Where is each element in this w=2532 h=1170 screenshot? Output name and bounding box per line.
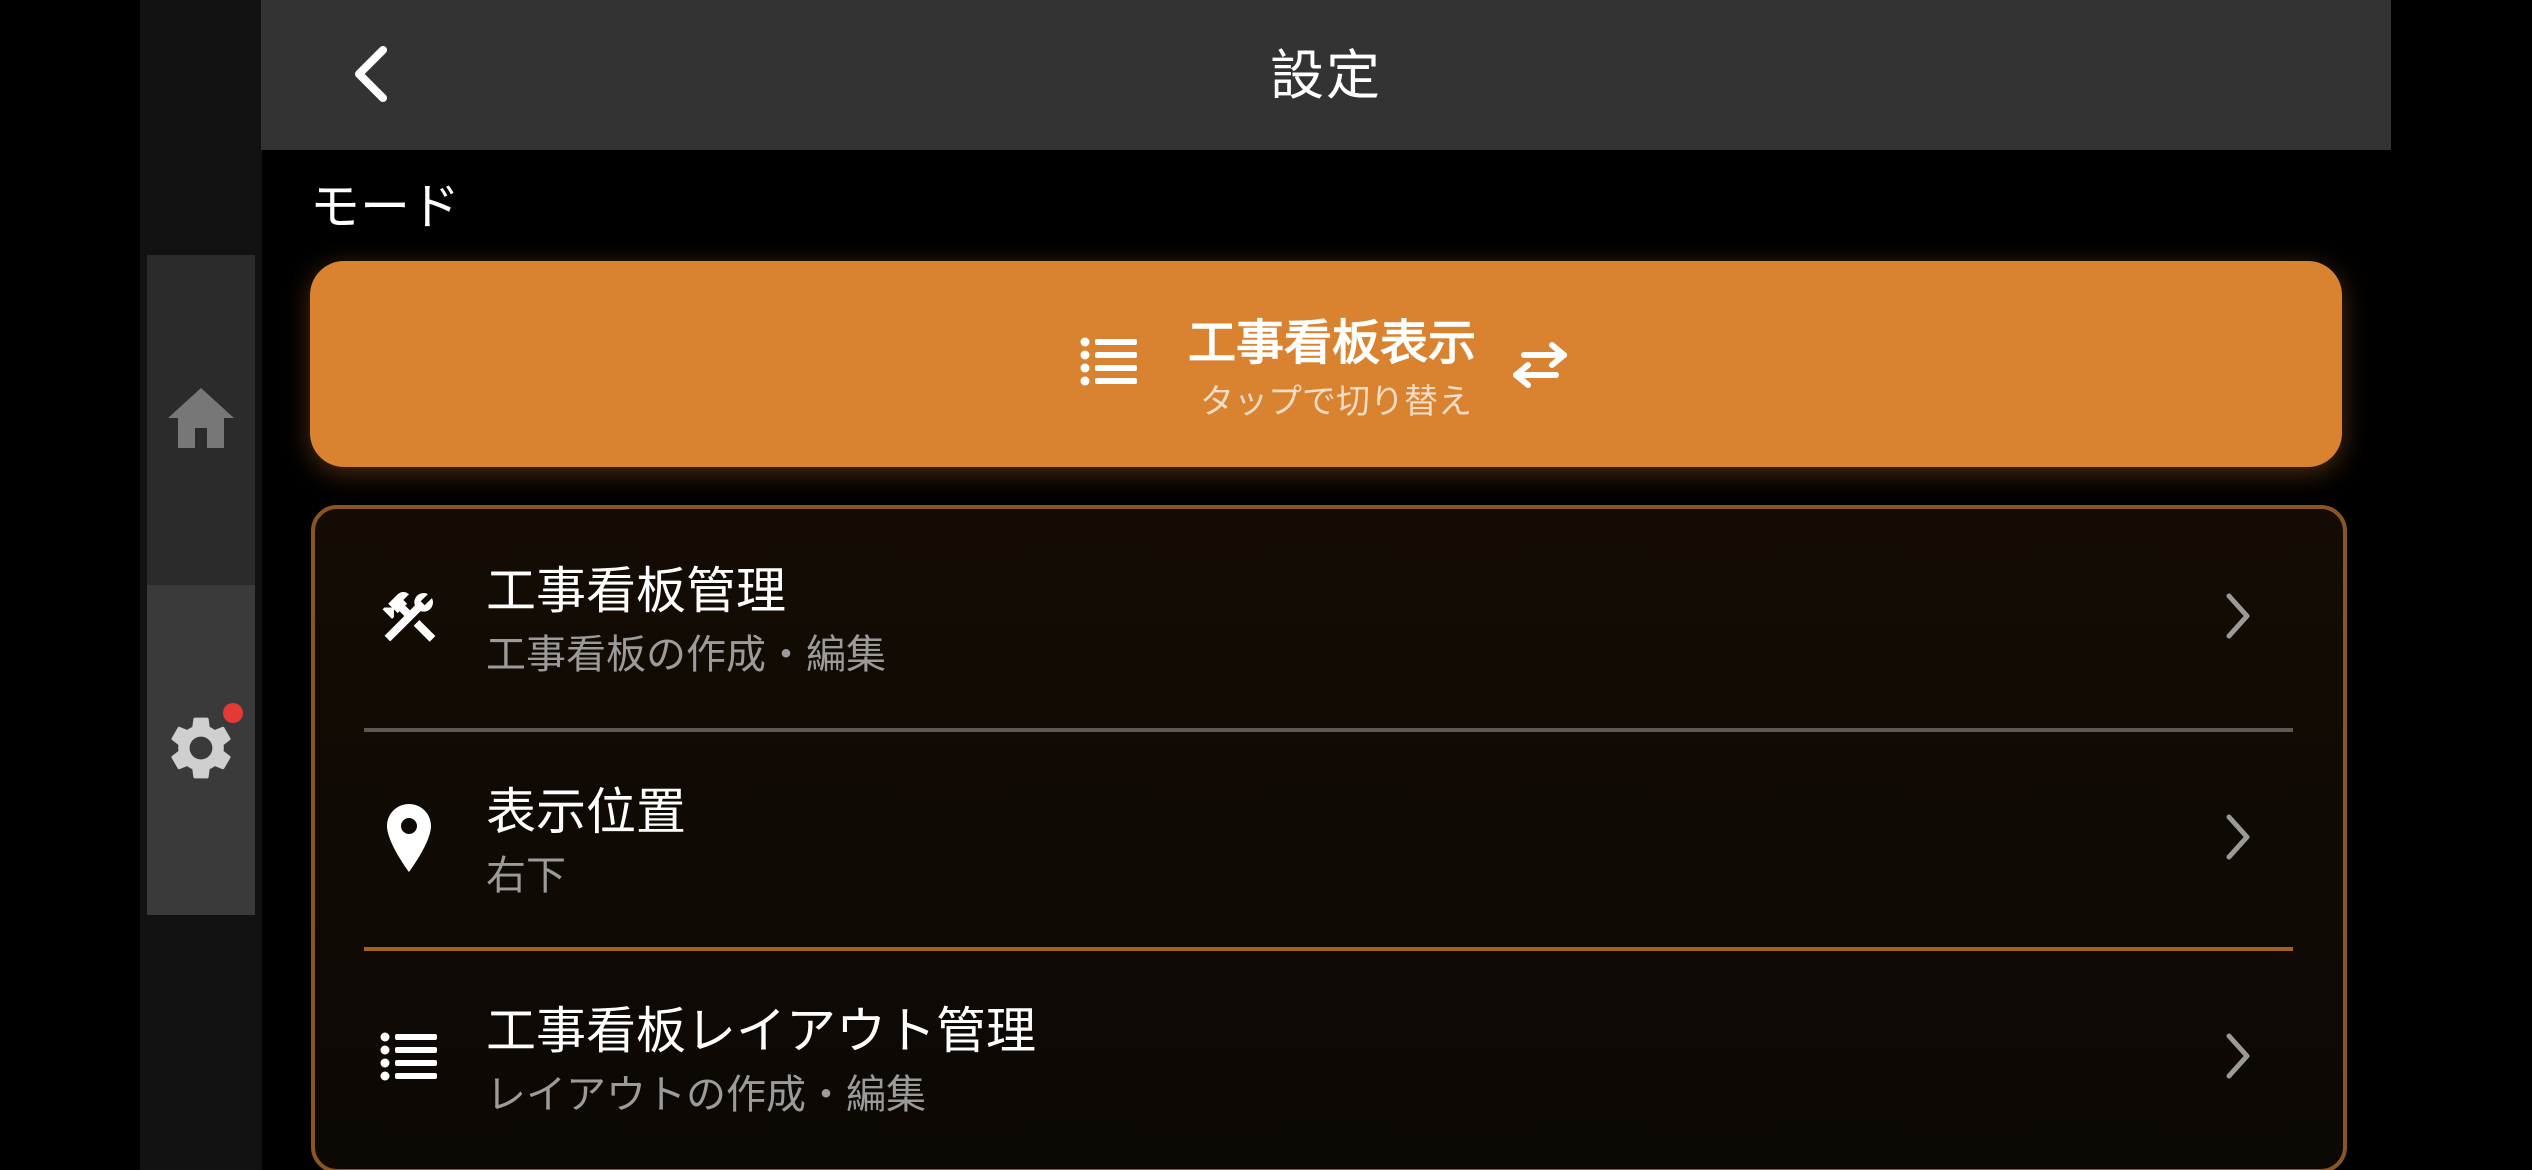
settings-item-subtitle: レイアウトの作成・編集 — [486, 1072, 926, 1118]
list-icon — [369, 1017, 449, 1097]
mode-title: 工事看板表示 — [1188, 315, 1477, 371]
rail-nav-group — [147, 255, 255, 915]
chevron-right-icon — [2223, 812, 2253, 866]
settings-item-title: 工事看板管理 — [486, 562, 786, 620]
settings-card: 工事看板管理 工事看板の作成・編集 表示位置 右下 工事看板レイアウト管理 レイ… — [311, 505, 2347, 1170]
chevron-right-icon — [2223, 591, 2253, 645]
side-rail — [140, 0, 262, 1170]
home-icon — [166, 386, 236, 454]
notification-badge — [223, 703, 243, 723]
swap-arrows-icon — [1510, 339, 1570, 393]
rail-settings-button[interactable] — [147, 585, 255, 915]
settings-item-title: 工事看板レイアウト管理 — [486, 1002, 1036, 1060]
settings-item-subtitle: 工事看板の作成・編集 — [486, 632, 886, 678]
mode-toggle-button[interactable]: 工事看板表示 タップで切り替え — [310, 261, 2342, 467]
settings-item-sign-management[interactable]: 工事看板管理 工事看板の作成・編集 — [315, 509, 2343, 726]
settings-item-title: 表示位置 — [486, 783, 686, 841]
list-icon — [1080, 337, 1138, 391]
settings-item-layout-management[interactable]: 工事看板レイアウト管理 レイアウトの作成・編集 — [315, 949, 2343, 1166]
mode-toggle-content: 工事看板表示 タップで切り替え — [310, 261, 2342, 467]
tools-icon — [369, 577, 449, 657]
mode-subtitle: タップで切り替え — [1200, 382, 1472, 422]
chevron-right-icon — [2223, 1031, 2253, 1085]
location-pin-icon — [369, 798, 449, 878]
settings-item-display-position[interactable]: 表示位置 右下 — [315, 730, 2343, 947]
app-header: 設定 — [261, 0, 2391, 150]
gear-icon — [163, 710, 239, 790]
settings-item-subtitle: 右下 — [486, 853, 566, 899]
section-label-mode: モード — [310, 178, 460, 236]
app-root: 設定 モード 工事看板表示 タップで切り替え 工事看板管理 工事看板の作成・編集… — [0, 0, 2532, 1170]
page-title: 設定 — [1270, 44, 1382, 107]
rail-home-button[interactable] — [147, 255, 255, 585]
